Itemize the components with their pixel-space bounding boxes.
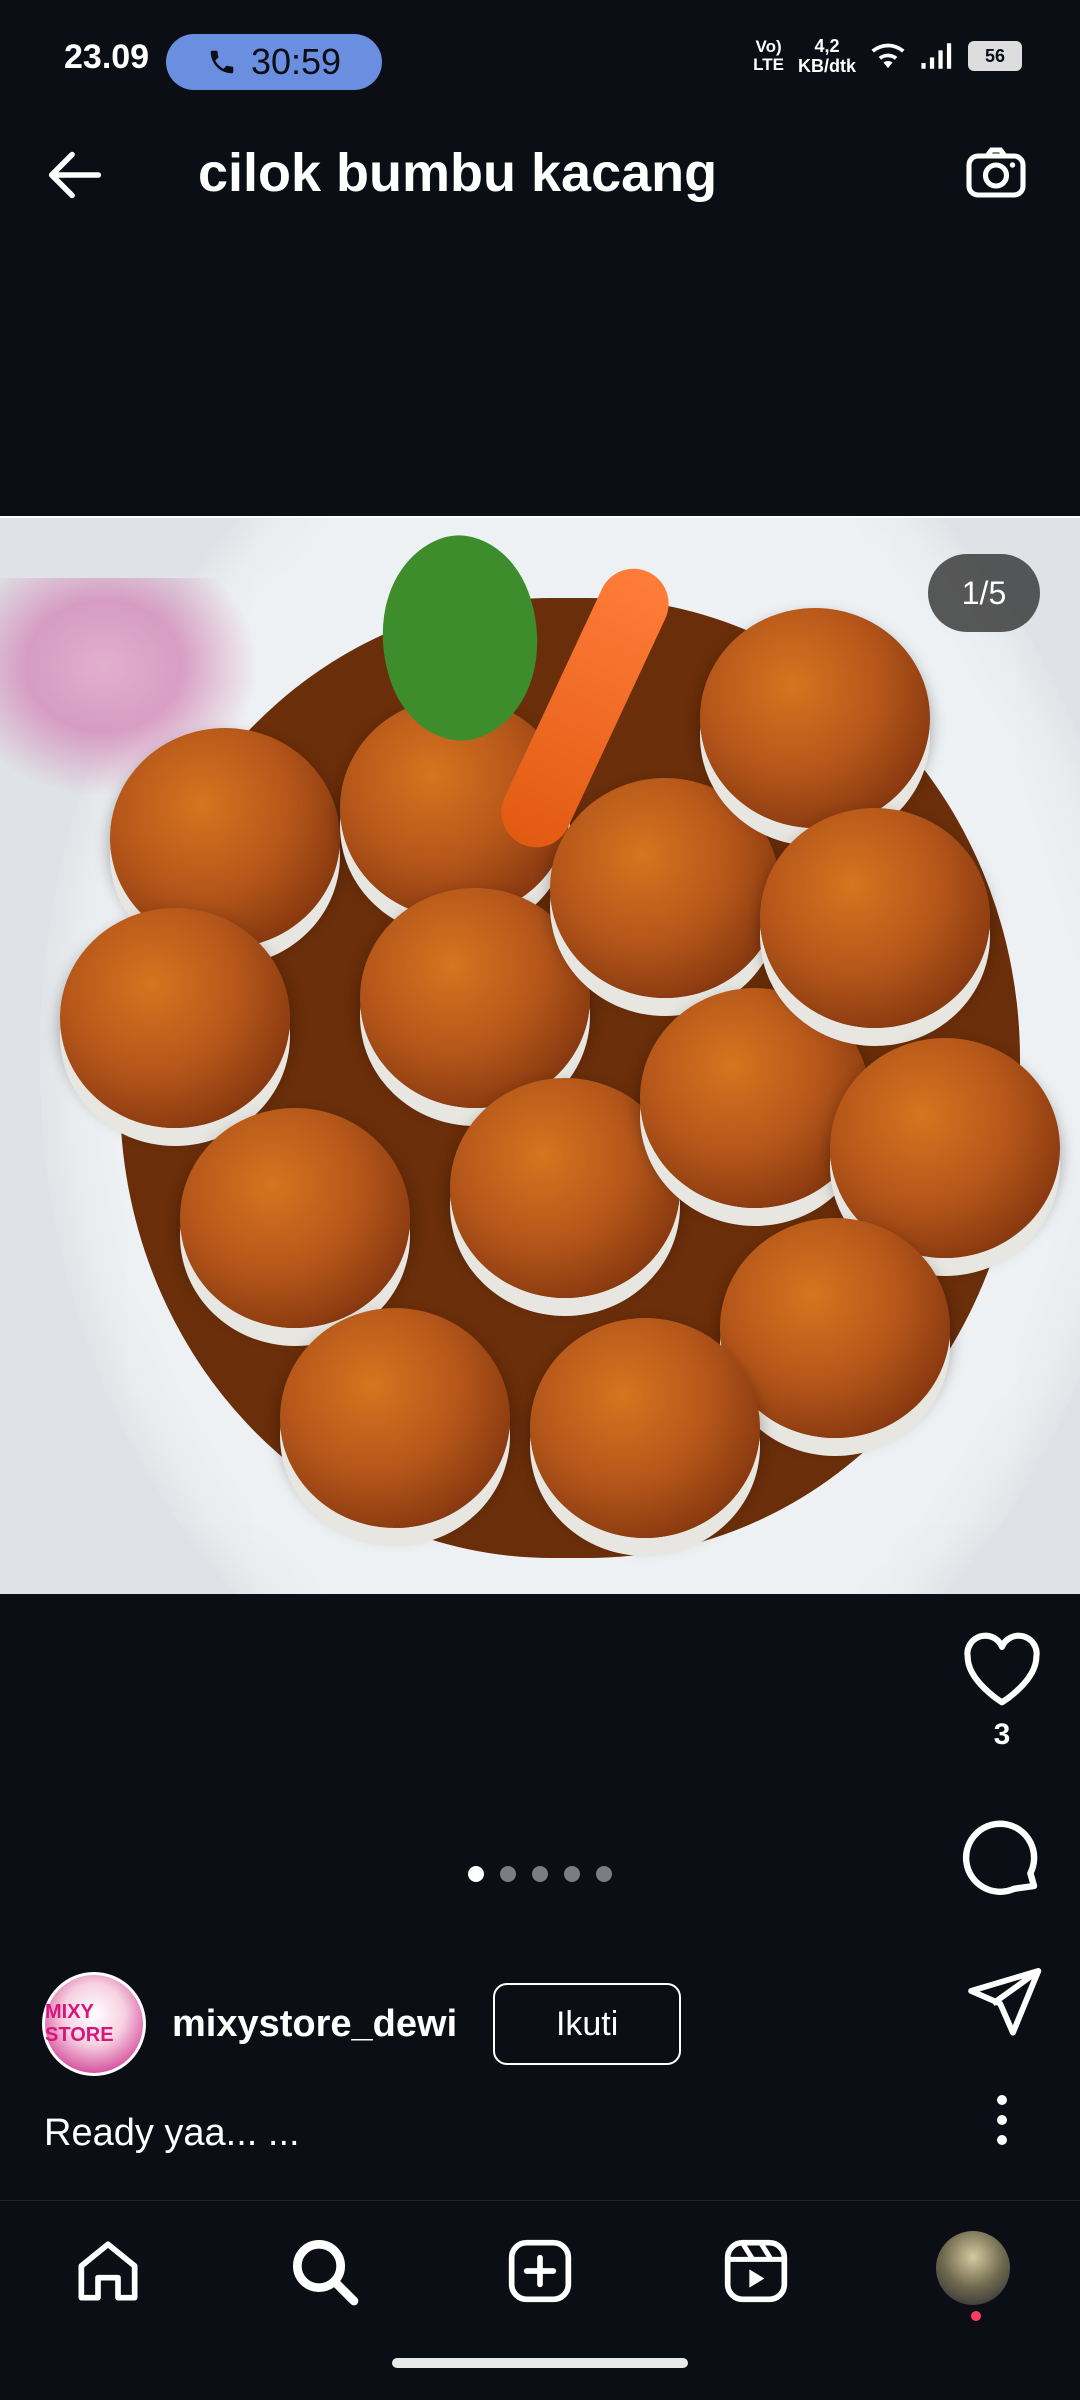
reels-icon <box>716 2231 796 2311</box>
send-icon <box>952 1960 1052 2040</box>
carousel-pager <box>468 1866 612 1882</box>
comment-button[interactable] <box>952 1812 1052 1900</box>
cilok-ball <box>700 608 930 828</box>
pager-dot <box>500 1866 516 1882</box>
ongoing-call-pill[interactable]: 30:59 <box>166 34 382 90</box>
like-button[interactable]: 3 <box>952 1624 1052 1752</box>
nav-create-button[interactable] <box>500 2231 580 2311</box>
follow-button[interactable]: Ikuti <box>493 1983 682 2065</box>
page-title: cilok bumbu kacang <box>198 143 718 203</box>
comment-icon <box>952 1812 1052 1900</box>
cilok-ball <box>760 808 990 1028</box>
camera-button[interactable] <box>960 138 1032 210</box>
signal-icon <box>920 41 954 71</box>
network-speed: 4,2 KB/dtk <box>798 36 856 76</box>
nav-search-button[interactable] <box>284 2231 364 2311</box>
notification-dot <box>971 2311 981 2321</box>
status-bar: 23.09 30:59 Vo) LTE 4,2 KB/dtk 56 <box>0 0 1080 92</box>
post-caption[interactable]: Ready yaa... ... <box>44 2112 300 2155</box>
like-count: 3 <box>993 1718 1011 1751</box>
phone-icon <box>207 47 237 77</box>
back-button[interactable] <box>40 140 110 210</box>
home-icon <box>68 2231 148 2311</box>
image-counter-badge: 1/5 <box>928 554 1040 632</box>
cilok-ball <box>180 1108 410 1328</box>
cilok-ball <box>530 1318 760 1538</box>
camera-icon <box>960 138 1032 210</box>
avatar-logo-text: MIXY STORE <box>45 2001 114 2046</box>
create-icon <box>500 2231 580 2311</box>
more-options-button[interactable] <box>982 2090 1022 2150</box>
bottom-nav <box>0 2200 1080 2341</box>
pager-dot <box>532 1866 548 1882</box>
home-indicator[interactable] <box>392 2358 688 2368</box>
more-vertical-icon <box>982 2090 1022 2150</box>
profile-avatar <box>936 2231 1010 2305</box>
cilok-ball <box>280 1308 510 1528</box>
nav-profile-button[interactable] <box>936 2231 1016 2321</box>
author-row: MIXY STORE mixystore_dewi Ikuti <box>42 1972 682 2076</box>
status-indicators: Vo) LTE 4,2 KB/dtk 56 <box>753 36 1022 76</box>
cilok-ball <box>550 778 780 998</box>
wifi-icon <box>870 41 906 71</box>
top-bar: cilok bumbu kacang <box>0 120 1080 230</box>
pager-dot <box>564 1866 580 1882</box>
share-button[interactable] <box>952 1960 1052 2040</box>
nav-home-button[interactable] <box>68 2231 148 2311</box>
call-timer: 30:59 <box>250 41 342 82</box>
pager-dot-active <box>468 1866 484 1882</box>
heart-icon <box>952 1624 1052 1708</box>
status-time: 23.09 <box>64 38 150 76</box>
post-image[interactable]: 1/5 <box>0 516 1080 1594</box>
author-username[interactable]: mixystore_dewi <box>172 2003 457 2046</box>
author-avatar[interactable]: MIXY STORE <box>42 1972 146 2076</box>
cilok-ball <box>60 908 290 1128</box>
pager-dot <box>596 1866 612 1882</box>
nav-reels-button[interactable] <box>716 2231 796 2311</box>
arrow-left-icon <box>40 140 110 210</box>
search-icon <box>284 2231 364 2311</box>
volte-indicator: Vo) LTE <box>753 37 784 74</box>
battery-indicator: 56 <box>968 41 1022 71</box>
